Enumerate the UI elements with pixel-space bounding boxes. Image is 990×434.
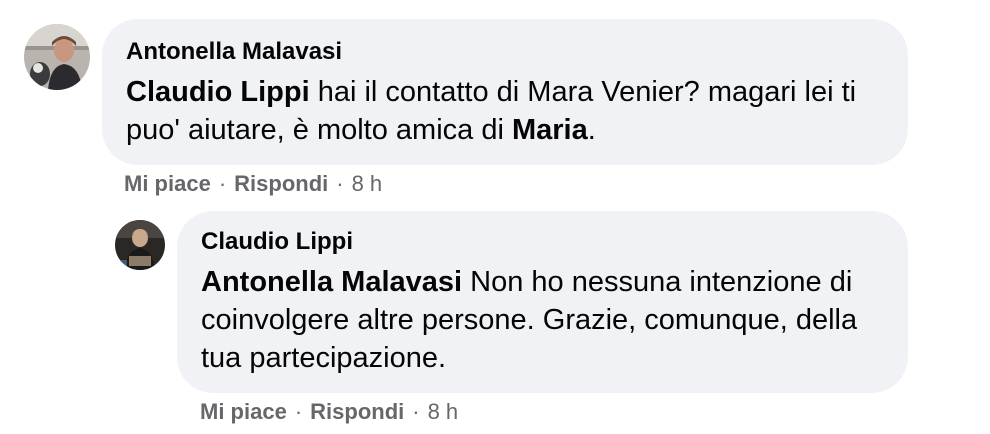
like-button[interactable]: Mi piace: [124, 171, 211, 196]
comment-actions: Mi piace · Rispondi · 8 h: [200, 398, 458, 426]
mention-link[interactable]: Antonella Malavasi: [201, 266, 462, 298]
mention-link[interactable]: Maria: [512, 114, 588, 146]
like-button[interactable]: Mi piace: [200, 399, 287, 424]
comment-bubble: Antonella Malavasi Claudio Lippi hai il …: [102, 19, 908, 165]
comment-author[interactable]: Claudio Lippi: [201, 227, 884, 257]
comment-author[interactable]: Antonella Malavasi: [126, 37, 884, 67]
comment-text: Claudio Lippi hai il contatto di Mara Ve…: [126, 73, 884, 149]
comment-timestamp[interactable]: 8 h: [428, 399, 459, 424]
avatar[interactable]: [115, 220, 165, 270]
avatar[interactable]: [24, 24, 90, 90]
comment-text: Antonella Malavasi Non ho nessuna intenz…: [201, 263, 884, 377]
separator: ·: [336, 171, 344, 196]
mention-link[interactable]: Claudio Lippi: [126, 76, 310, 108]
comment-bubble: Claudio Lippi Antonella Malavasi Non ho …: [177, 211, 908, 393]
comment-text-end: .: [587, 114, 596, 146]
comment-timestamp[interactable]: 8 h: [352, 171, 383, 196]
reply-button[interactable]: Rispondi: [310, 399, 404, 424]
separator: ·: [218, 171, 227, 196]
separator: ·: [412, 399, 420, 424]
avatar-photo: [115, 220, 165, 270]
reply-button[interactable]: Rispondi: [234, 171, 328, 196]
comment-actions: Mi piace · Rispondi · 8 h: [124, 170, 382, 198]
separator: ·: [294, 399, 303, 424]
avatar-photo: [24, 24, 90, 90]
